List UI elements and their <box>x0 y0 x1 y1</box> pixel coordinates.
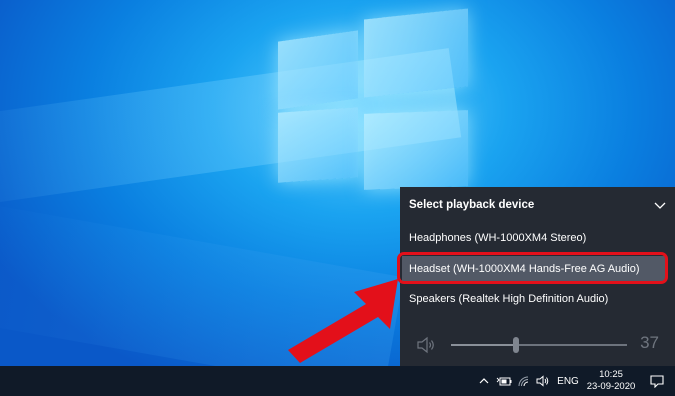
wifi-icon[interactable] <box>515 366 533 396</box>
action-center-icon[interactable] <box>639 366 675 396</box>
chevron-down-icon[interactable] <box>653 199 667 211</box>
volume-thumb[interactable] <box>513 337 520 353</box>
clock[interactable]: 10:25 23-09-2020 <box>583 369 639 393</box>
clock-date: 23-09-2020 <box>586 381 636 392</box>
chevron-up-icon[interactable] <box>475 366 493 396</box>
system-tray: ENG 10:25 23-09-2020 <box>475 366 675 396</box>
language-indicator[interactable]: ENG <box>553 376 583 387</box>
device-headphones[interactable]: Headphones (WH-1000XM4 Stereo) <box>400 225 675 251</box>
taskbar: ENG 10:25 23-09-2020 <box>0 366 675 396</box>
bluetooth-battery-icon[interactable] <box>493 366 515 396</box>
volume-fill <box>451 344 517 346</box>
volume-control: 37 <box>400 333 675 357</box>
device-speakers[interactable]: Speakers (Realtek High Definition Audio) <box>400 286 675 312</box>
red-arrow-annotation <box>288 279 398 363</box>
speaker-icon[interactable] <box>533 366 553 396</box>
windows-logo <box>278 8 470 190</box>
volume-value: 37 <box>640 333 659 352</box>
flyout-title: Select playback device <box>409 199 535 211</box>
speaker-icon[interactable] <box>416 336 436 354</box>
highlight-box <box>397 252 668 284</box>
volume-slider[interactable] <box>451 337 627 353</box>
clock-time: 10:25 <box>599 369 623 380</box>
